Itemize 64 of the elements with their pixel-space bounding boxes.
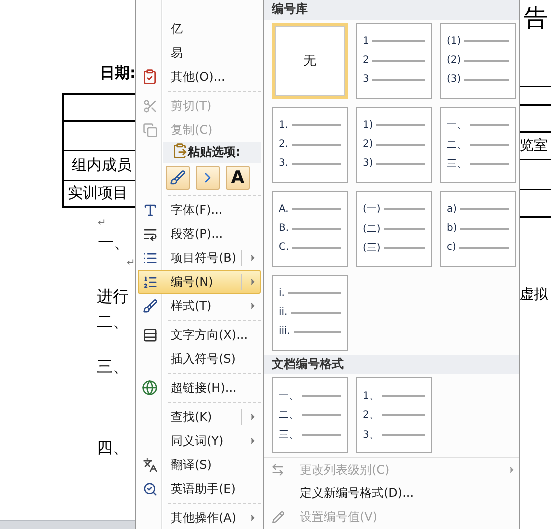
paste-keep-format-button[interactable] bbox=[166, 166, 190, 190]
numbering-format-tile[interactable]: 1. 2. 3. bbox=[272, 106, 348, 183]
translate-icon bbox=[142, 458, 158, 472]
date-label: 日期: bbox=[100, 64, 135, 83]
document-text: 二、 bbox=[97, 312, 129, 333]
clipboard-check-icon bbox=[142, 69, 158, 85]
indent-icon bbox=[271, 463, 285, 478]
menu-item[interactable]: 插入符号(S) bbox=[138, 347, 261, 371]
menu-item[interactable]: 定义新编号格式(D)... bbox=[264, 482, 519, 506]
menu-item[interactable]: 字体(F)... bbox=[138, 198, 261, 222]
menu-item[interactable]: 翻译(S) bbox=[138, 453, 261, 477]
section-header: 编号库 bbox=[264, 0, 519, 20]
table-cell-text: 组内成员 bbox=[71, 156, 132, 175]
menu-item[interactable]: 段落(P)... bbox=[138, 222, 261, 246]
document-text: 四、 bbox=[97, 438, 129, 459]
numbered-list-icon bbox=[142, 274, 158, 290]
document-text: 虚拟 bbox=[520, 286, 549, 304]
numbering-none-tile[interactable]: 无 bbox=[272, 22, 348, 99]
brush-icon bbox=[170, 170, 186, 186]
paragraph-mark: ↵ bbox=[127, 258, 135, 269]
font-icon bbox=[142, 202, 158, 218]
paste-options-header: 粘贴选项: bbox=[163, 142, 261, 163]
numbering-format-tile[interactable]: A. B. C. bbox=[272, 190, 348, 267]
brush-icon bbox=[142, 298, 158, 314]
paragraph-icon bbox=[142, 226, 158, 242]
paragraph-mark: ↵ bbox=[98, 218, 106, 229]
menu-item[interactable]: 文字方向(X)... bbox=[138, 323, 261, 347]
menu-item[interactable]: 同义词(Y) bbox=[138, 429, 261, 453]
document-title: 告 bbox=[524, 3, 549, 34]
menu-item[interactable]: 英语助手(E) bbox=[138, 477, 261, 501]
menu-item[interactable]: 超链接(H)... bbox=[138, 376, 261, 400]
numbering-format-tile[interactable]: i. ii. iii. bbox=[272, 274, 348, 351]
numbering-format-tile[interactable]: 一、 二、 三、 bbox=[440, 106, 516, 183]
menu-item[interactable]: 项目符号(B) bbox=[138, 246, 261, 270]
numbering-format-tile[interactable]: 1) 2) 3) bbox=[356, 106, 432, 183]
text-direction-icon bbox=[142, 328, 158, 342]
menu-item[interactable]: 其他操作(A) bbox=[138, 506, 261, 529]
menu-item[interactable]: 其他(O)... bbox=[138, 65, 261, 89]
scissors-icon bbox=[142, 98, 158, 114]
menu-item[interactable]: 易 bbox=[138, 41, 261, 65]
table-cell-text: 览室 bbox=[520, 137, 549, 155]
magnifier-icon bbox=[142, 482, 158, 496]
numbering-format-tile[interactable]: a) b) c) bbox=[440, 190, 516, 267]
document-text: 进行 bbox=[97, 287, 129, 308]
menu-item[interactable]: 亿 bbox=[138, 17, 261, 41]
menu-item[interactable]: 编号(N) bbox=[138, 270, 261, 294]
globe-icon bbox=[142, 380, 158, 396]
numbering-format-tile[interactable]: (1) (2) (3) bbox=[440, 22, 516, 99]
clipboard-icon bbox=[172, 143, 188, 159]
numbering-format-tile[interactable]: 1 2 3 bbox=[356, 22, 432, 99]
paste-merge-button[interactable] bbox=[196, 166, 220, 190]
menu-item[interactable]: 查找(K) bbox=[138, 405, 261, 429]
section-header: 文档编号格式 bbox=[264, 354, 519, 374]
menu-item[interactable]: 样式(T) bbox=[138, 294, 261, 318]
paste-text-only-button[interactable]: A bbox=[226, 166, 250, 190]
numbering-format-tile[interactable]: 一、 二、 三、 bbox=[272, 377, 348, 454]
table-cell-text: 实训项目 bbox=[67, 184, 128, 203]
numbering-format-tile[interactable]: (一) (二) (三) bbox=[356, 190, 432, 267]
copy-icon bbox=[142, 122, 158, 138]
document-text: 三、 bbox=[97, 357, 129, 378]
bullet-list-icon bbox=[142, 250, 158, 266]
document-text: 一、 bbox=[98, 233, 130, 254]
numbering-format-tile[interactable]: 1、 2、 3、 bbox=[356, 377, 432, 454]
pencil-icon bbox=[272, 510, 284, 524]
